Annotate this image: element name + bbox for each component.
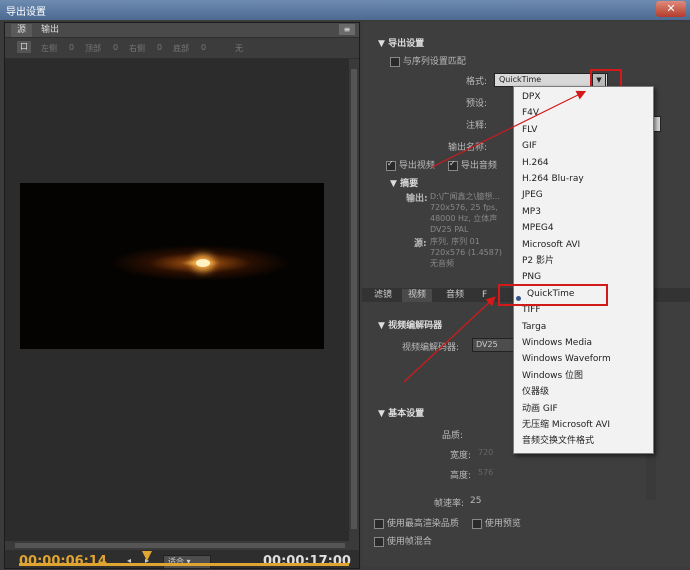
format-option[interactable]: P2 影片 [514,253,653,269]
height-label: 高度: [450,471,472,481]
tab-ftp[interactable]: F [476,289,493,302]
format-option[interactable]: 动画 GIF [514,401,653,417]
format-option[interactable]: GIF [514,138,653,154]
tab-source[interactable]: 源 [11,24,33,37]
crop-top-label: 顶部 [85,44,101,53]
format-dropdown-list: DPX F4V FLV GIF H.264 H.264 Blu-ray JPEG MP3 MPE… [513,86,654,454]
export-audio-label: 导出音频 [460,161,497,171]
format-option[interactable]: Microsoft AVI [514,237,653,253]
close-button[interactable]: ✕ [656,1,686,17]
format-option[interactable]: MP3 [514,204,653,220]
format-select-value: QuickTime [499,75,542,84]
width-value[interactable]: 720 [478,448,493,457]
video-codec-select[interactable]: DV25 [472,338,517,352]
quality-label: 品质: [442,431,464,441]
preview-horizontal-scrollbar[interactable] [5,541,359,550]
video-codec-heading[interactable]: ▼ 视频编解码器 [378,318,442,331]
format-option[interactable]: H.264 [514,155,653,171]
frame-blend-label: 使用帧混合 [386,537,432,547]
export-audio-checkbox[interactable] [448,160,458,171]
format-option[interactable]: PNG [514,269,653,285]
timeline-track[interactable] [19,563,349,566]
video-codec-value: DV25 [476,340,498,349]
window-title: 导出设置 [6,7,46,18]
preset-label: 预设: [466,99,488,109]
panel-menu-button[interactable]: ≡ [339,24,355,35]
output-name-label: 输出名称: [448,143,488,153]
format-option[interactable]: Windows 位图 [514,368,653,384]
preview-vertical-scrollbar[interactable] [349,59,359,541]
frame-rate-value[interactable]: 25 [470,496,481,506]
format-option[interactable]: 仪器级 [514,384,653,400]
export-video-row[interactable]: 导出视频 [386,158,435,171]
video-codec-label: 视频编解码器: [402,343,460,353]
frame-blend-row[interactable]: 使用帧混合 [374,534,432,547]
crop-bottom-label: 底部 [173,44,189,53]
summary-source-text: 序列, 序列 01 720x576 (1.4587) 无音频 [430,237,503,268]
format-option[interactable]: DPX [514,89,653,105]
export-video-checkbox[interactable] [386,160,396,171]
summary-source-label: 源: [414,239,427,249]
use-preview-checkbox[interactable] [472,518,482,529]
quicktime-highlight [498,284,608,306]
tab-filters[interactable]: 滤镜 [368,289,398,302]
crop-right-value[interactable]: 0 [157,43,162,52]
format-option[interactable]: JPEG [514,187,653,203]
tab-audio[interactable]: 音频 [440,289,470,302]
comment-label: 注释: [466,121,488,131]
export-video-label: 导出视频 [398,161,435,171]
video-preview [20,183,324,349]
crop-right-label: 右侧 [129,44,145,53]
frame-blend-checkbox[interactable] [374,536,384,547]
export-audio-row[interactable]: 导出音频 [448,158,497,171]
basic-settings-heading[interactable]: ▼ 基本设置 [378,406,424,419]
frame-rate-label: 帧速率: [434,499,465,509]
summary-output-text: D:\广闻鑫之\臆想... 720x576, 25 fps, 48000 Hz,… [430,192,500,234]
crop-top-value[interactable]: 0 [113,43,118,52]
format-option[interactable]: Windows Media [514,335,653,351]
timeline-bar: 00:00:06:14 ◂ ▸ 适合 ▾ 00:00:17:00 [5,550,359,570]
preview-tabs: 源 输出 ≡ [5,23,359,37]
crop-icon[interactable]: 口 [17,41,31,53]
format-option[interactable]: MPEG4 [514,220,653,236]
crop-ratio-select[interactable]: 无 [235,43,243,54]
format-option[interactable]: F4V [514,105,653,121]
max-render-label: 使用最高渲染品质 [386,519,459,529]
match-sequence-checkbox[interactable] [390,56,400,67]
tab-output[interactable]: 输出 [35,24,65,37]
width-label: 宽度: [450,451,472,461]
title-bar: 导出设置 ✕ [0,0,690,20]
tab-video[interactable]: 视频 [402,289,433,302]
format-option[interactable]: Targa [514,319,653,335]
crop-toolbar: 口 左侧 0 顶部 0 右侧 0 底部 0 无 [5,38,359,58]
use-preview-row[interactable]: 使用预览 [472,516,521,529]
crop-left-value[interactable]: 0 [69,43,74,52]
format-option[interactable]: 音频交换文件格式 [514,433,653,449]
use-preview-label: 使用预览 [484,519,521,529]
summary-heading[interactable]: ▼ 摘要 [390,176,418,189]
lens-flare-core [196,259,210,267]
crop-left-label: 左侧 [41,44,57,53]
format-option[interactable]: 无压缩 Microsoft AVI [514,417,653,433]
format-option[interactable]: FLV [514,122,653,138]
max-render-row[interactable]: 使用最高渲染品质 [374,516,459,529]
format-label: 格式: [466,77,488,87]
crop-bottom-value[interactable]: 0 [201,43,206,52]
export-settings-heading: ▼ 导出设置 [378,39,425,49]
height-value[interactable]: 576 [478,468,493,477]
match-sequence-label: 与序列设置匹配 [402,57,466,67]
match-sequence-row[interactable]: 与序列设置匹配 [390,54,466,67]
summary-output-label: 输出: [406,194,428,204]
format-option[interactable]: H.264 Blu-ray [514,171,653,187]
max-render-checkbox[interactable] [374,518,384,529]
format-option[interactable]: Windows Waveform [514,351,653,367]
